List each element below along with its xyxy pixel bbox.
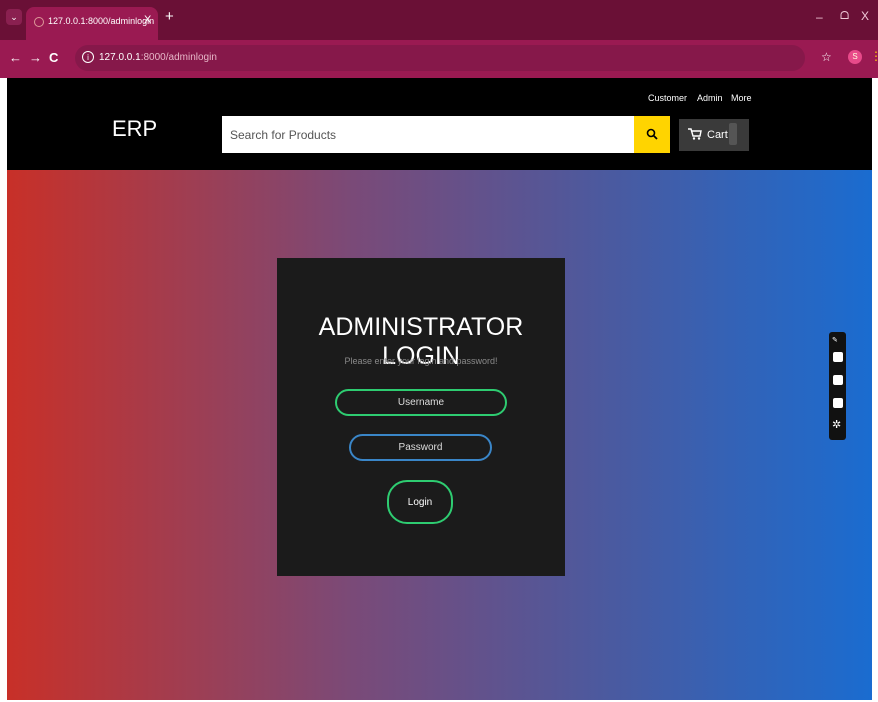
nav-link-customer[interactable]: Customer: [648, 93, 687, 103]
nav-link-more[interactable]: More: [731, 93, 752, 103]
cart-button[interactable]: Cart: [679, 119, 749, 151]
cart-icon: [688, 128, 702, 140]
minimize-icon[interactable]: –: [816, 10, 823, 24]
tab-favicon-icon: [34, 17, 44, 27]
tab-close-icon[interactable]: X: [144, 14, 151, 26]
forward-icon[interactable]: →: [29, 50, 42, 65]
window-icon[interactable]: [833, 398, 843, 408]
nav-link-admin[interactable]: Admin: [697, 93, 723, 103]
title-bar: ⌄ 127.0.0.1:8000/adminlogin X + – ᗝ X: [0, 0, 878, 40]
settings-icon[interactable]: ✲: [832, 418, 841, 431]
brush-icon[interactable]: ✎: [832, 336, 838, 344]
video-icon[interactable]: [833, 375, 843, 385]
close-window-icon[interactable]: X: [861, 9, 869, 23]
search-button[interactable]: [634, 116, 670, 153]
login-subtitle: Please enter your login and password!: [344, 356, 498, 366]
site-info-icon[interactable]: i: [82, 51, 94, 63]
back-icon[interactable]: ←: [9, 50, 22, 65]
cart-label: Cart: [707, 129, 728, 141]
username-field[interactable]: [335, 389, 507, 416]
login-card: ADMINISTRATOR LOGIN Please enter your lo…: [277, 258, 565, 576]
reload-icon[interactable]: C: [49, 50, 58, 65]
cart-count-badge: [729, 123, 737, 145]
browser-tab-adminlogin[interactable]: 127.0.0.1:8000/adminlogin X: [26, 7, 158, 40]
profile-avatar[interactable]: S: [848, 50, 862, 64]
new-tab-icon[interactable]: +: [165, 8, 174, 25]
password-field[interactable]: [349, 434, 492, 461]
product-search-input[interactable]: [222, 116, 634, 153]
url-text: 127.0.0.1:8000/adminlogin: [99, 52, 217, 63]
tab-search-chevron-icon[interactable]: ⌄: [6, 9, 22, 25]
login-button[interactable]: Login: [387, 480, 453, 524]
search-icon: [646, 128, 658, 140]
site-logo[interactable]: ERP: [112, 116, 157, 142]
tab-title: 127.0.0.1:8000/adminlogin: [48, 16, 155, 26]
screen-capture-toolbar: ✎ ✲: [829, 332, 846, 440]
restore-icon[interactable]: ᗝ: [840, 10, 849, 23]
address-bar[interactable]: i 127.0.0.1:8000/adminlogin: [75, 45, 805, 71]
url-path: :8000/adminlogin: [140, 52, 217, 63]
camera-icon[interactable]: [833, 352, 843, 362]
url-host: 127.0.0.1: [99, 52, 141, 63]
browser-menu-icon[interactable]: ⋮: [870, 49, 878, 63]
site-header: Customer Admin More ERP Cart: [7, 78, 872, 170]
browser-toolbar: ← → C i 127.0.0.1:8000/adminlogin ☆ S ⋮: [0, 40, 878, 78]
bookmark-star-icon[interactable]: ☆: [821, 50, 832, 64]
browser-window: ⌄ 127.0.0.1:8000/adminlogin X + – ᗝ X ← …: [0, 0, 878, 702]
login-section: ADMINISTRATOR LOGIN Please enter your lo…: [7, 170, 872, 700]
